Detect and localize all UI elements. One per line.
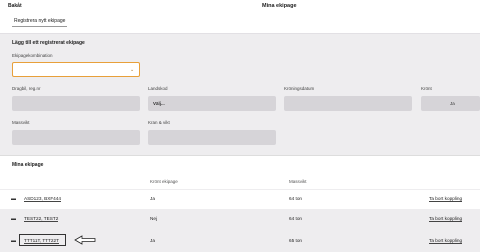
dragbil-input[interactable] [12,96,140,111]
form-title: Lägg till ett registrerat ekipage [12,40,85,46]
ekipagekombination-input[interactable] [12,62,140,77]
landskod-value: Välj... [153,101,165,106]
ekipage-link[interactable]: TEST22, TEST2 [24,216,59,222]
column-header-massvikt: Massvikt [289,179,307,184]
top-bar [0,0,480,12]
table-row [0,209,480,228]
kront-cell: Nej [150,216,158,221]
massvikt-cell: 65 ton [289,238,303,243]
section-title: Mina ekipage [12,162,44,168]
landskod-label: Landskod [148,86,168,91]
highlight-box [19,234,66,246]
remove-coupling-link[interactable]: Ta bort koppling [429,238,463,244]
table-row [0,190,480,209]
massvikt-cell: 64 ton [289,196,303,201]
mina-ekipage-section [0,155,480,173]
kronning-label: Kröningsdatum [284,86,315,91]
landskod-select[interactable] [148,96,276,111]
page-title: Mina ekipage [262,3,297,9]
massvikt-input[interactable] [12,130,140,145]
kronning-date-input[interactable] [284,96,412,111]
massvikt-cell: 64 ton [289,216,303,221]
kront-cell: Ja [150,238,155,243]
remove-coupling-link[interactable]: Ta bort koppling [429,216,463,222]
truck-icon: ▬ [11,216,16,222]
kront-cell: Ja [150,196,155,201]
chevron-down-icon: ⌄ [130,67,135,73]
column-header-kront: Krönt ekipage [150,179,178,184]
kran-label: Kran & vikt [148,120,170,125]
kront-option-ja[interactable]: Ja [450,101,455,106]
left-arrow-icon [74,235,96,245]
remove-coupling-link[interactable]: Ta bort koppling [429,196,463,202]
ekipage-link[interactable]: ASD123, BXF444 [24,196,62,202]
truck-icon: ▬ [11,238,16,244]
kran-input[interactable] [148,130,276,145]
table-row [0,230,480,252]
register-new-ekipage-button[interactable]: Registrera nytt ekipage [12,17,68,27]
dragbil-label: Dragbil, reg.nr [12,86,41,91]
kront-label: Krönt [421,86,432,91]
register-row [0,12,480,34]
table-header [0,173,480,189]
massvikt-label: Massvikt [12,120,30,125]
back-link[interactable]: Bakåt [8,3,22,9]
truck-icon: ▬ [11,196,16,202]
combo-label: Ekipagekombination [12,53,53,58]
